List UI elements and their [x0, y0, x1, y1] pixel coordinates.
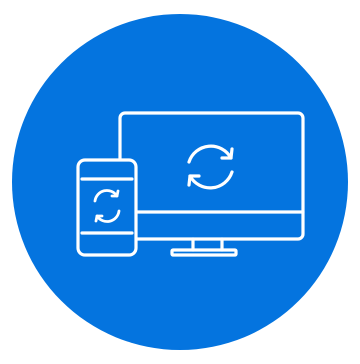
device-sync-badge — [0, 0, 360, 364]
device-sync-illustration — [12, 14, 348, 350]
badge-circle — [12, 14, 348, 350]
smartphone-icon — [76, 158, 138, 257]
